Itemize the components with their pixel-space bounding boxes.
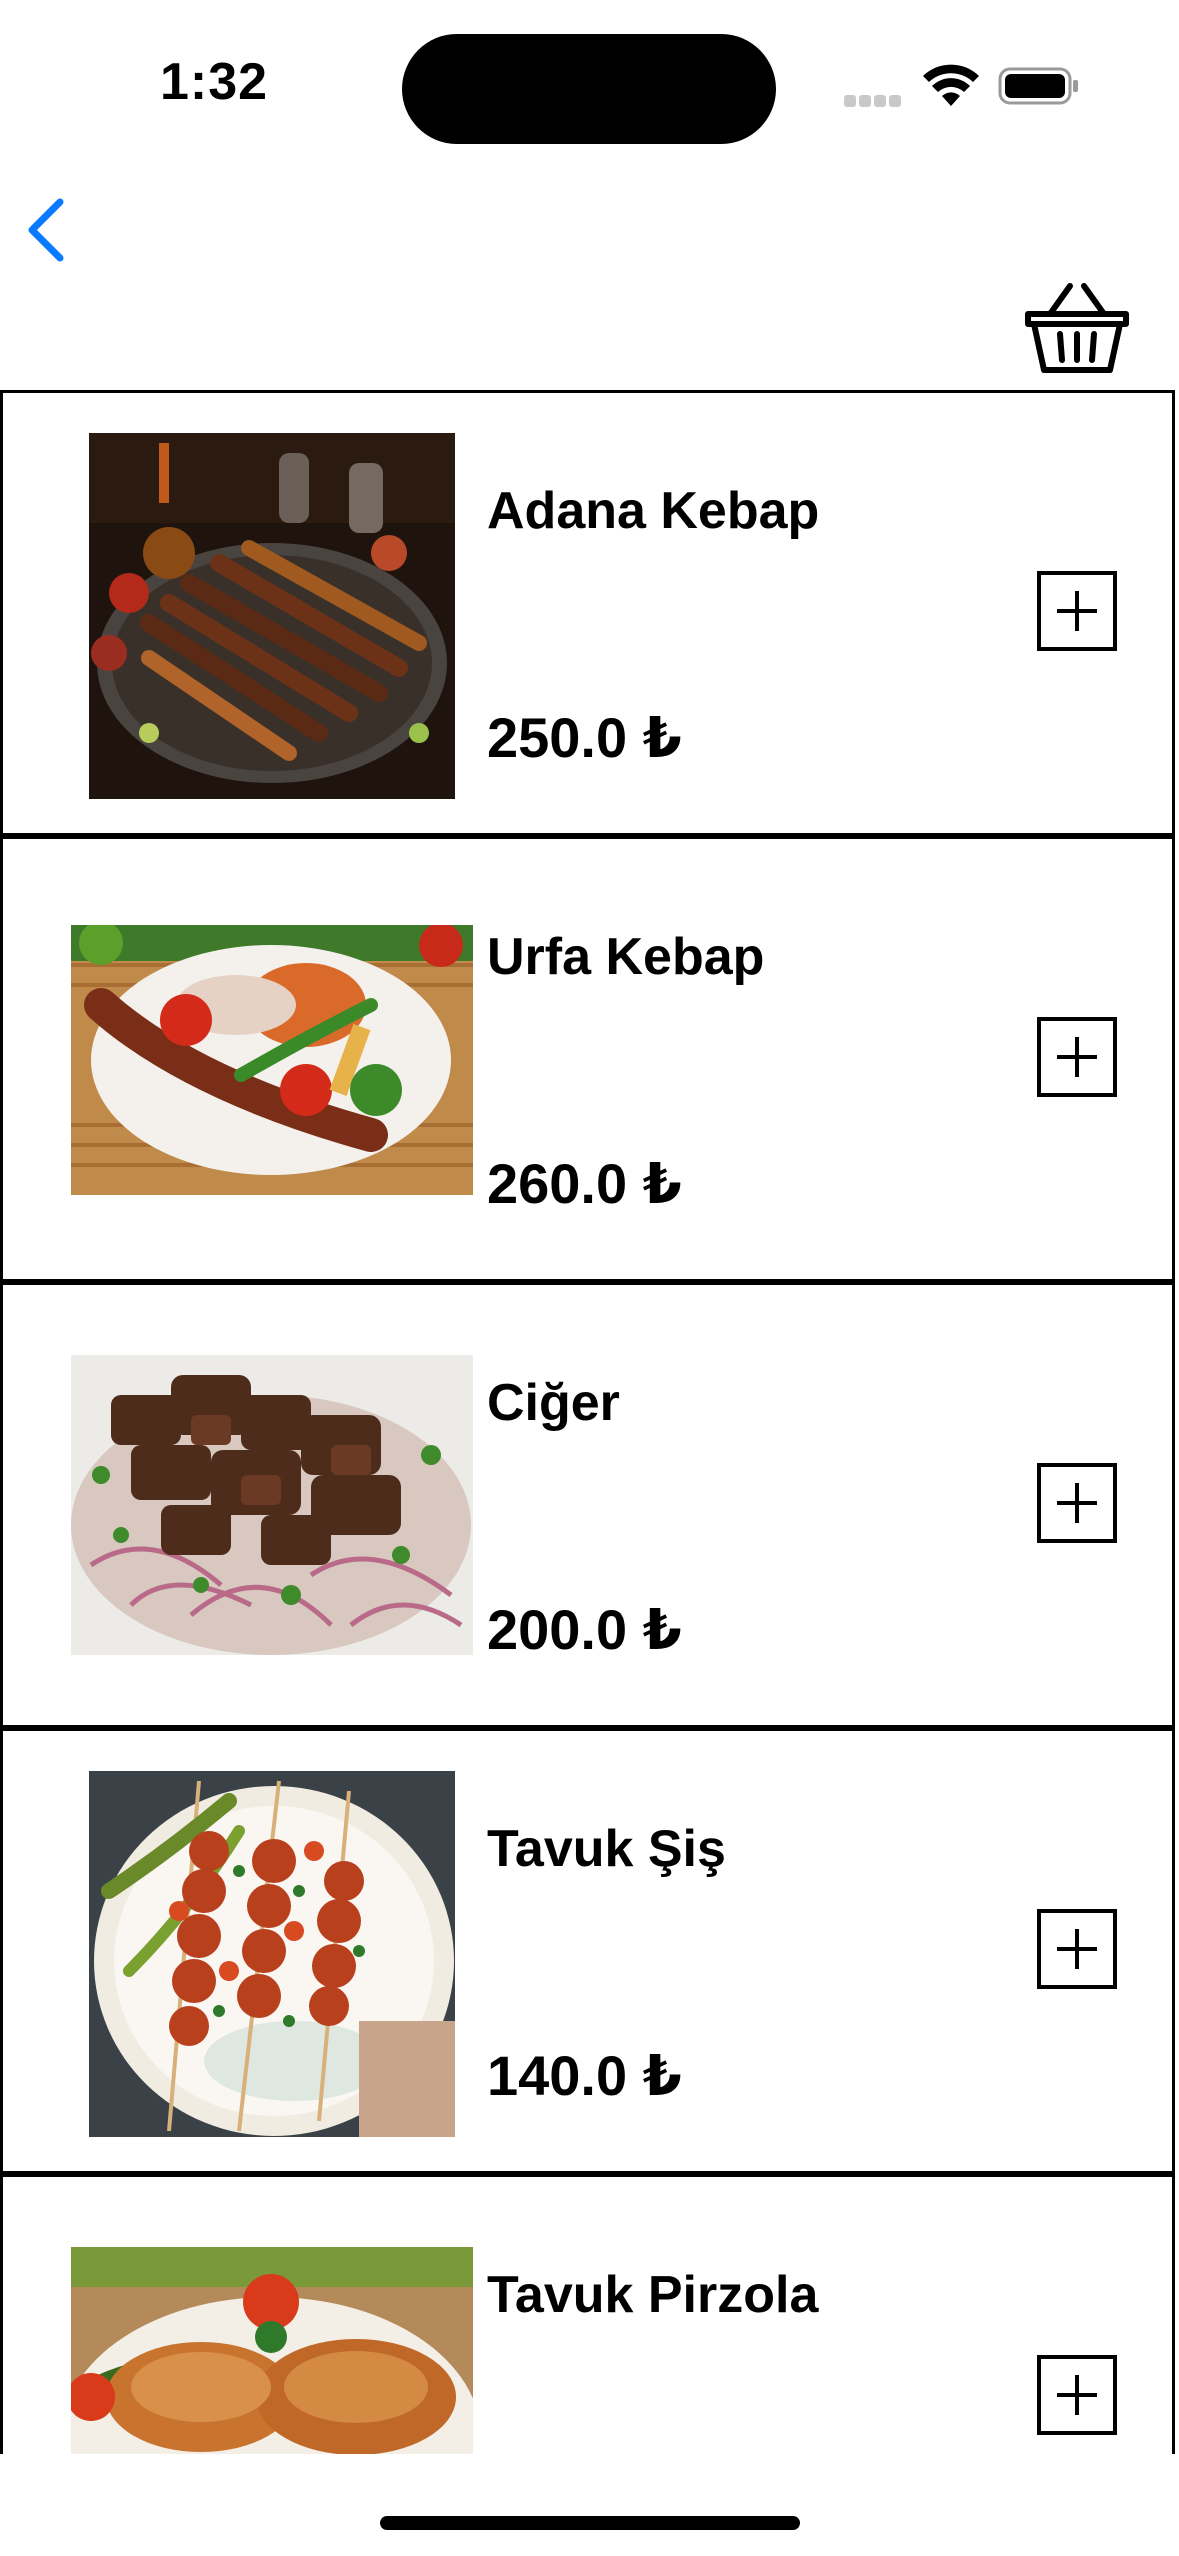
urfa-kebap-photo <box>71 925 473 1195</box>
menu-item-name: Tavuk Pirzola <box>487 2266 819 2324</box>
menu-list[interactable]: Adana Kebap 250.0 ₺ Urfa Kebap 260.0 ₺ C… <box>0 390 1179 2454</box>
status-time: 1:32 <box>160 53 269 111</box>
menu-item-price: 200.0 ₺ <box>487 1598 682 1661</box>
menu-item[interactable]: Urfa Kebap 260.0 ₺ <box>0 836 1175 1282</box>
status-bar: 1:32 <box>0 0 1179 170</box>
dynamic-island <box>402 34 776 144</box>
menu-item-name: Urfa Kebap <box>487 928 765 986</box>
wifi-icon <box>923 64 979 106</box>
screen: 1:32 Adana Kebap 250.0 ₺ Urfa Kebap 260.… <box>0 0 1179 2556</box>
add-to-cart-button[interactable] <box>1037 2355 1117 2435</box>
menu-item-price: 140.0 ₺ <box>487 2044 682 2107</box>
home-indicator[interactable] <box>380 2516 800 2530</box>
back-button[interactable] <box>18 190 88 270</box>
battery-icon <box>998 67 1078 105</box>
tavuk-pirzola-photo <box>71 2247 473 2454</box>
basket-button[interactable] <box>1022 278 1132 378</box>
menu-item-name: Adana Kebap <box>487 482 820 540</box>
add-to-cart-button[interactable] <box>1037 571 1117 651</box>
add-to-cart-button[interactable] <box>1037 1463 1117 1543</box>
chevron-left-icon <box>28 198 64 262</box>
menu-item-price: 260.0 ₺ <box>487 1152 682 1215</box>
menu-item[interactable]: Adana Kebap 250.0 ₺ <box>0 390 1175 836</box>
cellular-signal-icon <box>844 94 904 108</box>
menu-item-name: Ciğer <box>487 1374 620 1432</box>
menu-item-price: 250.0 ₺ <box>487 706 682 769</box>
menu-item-name: Tavuk Şiş <box>487 1820 726 1878</box>
add-to-cart-button[interactable] <box>1037 1909 1117 1989</box>
menu-item[interactable]: Ciğer 200.0 ₺ <box>0 1282 1175 1728</box>
menu-item[interactable]: Tavuk Pirzola <box>0 2174 1175 2454</box>
add-to-cart-button[interactable] <box>1037 1017 1117 1097</box>
tavuk-sis-photo <box>89 1771 455 2137</box>
basket-icon <box>1025 283 1129 373</box>
menu-item[interactable]: Tavuk Şiş 140.0 ₺ <box>0 1728 1175 2174</box>
ciger-photo <box>71 1355 473 1655</box>
adana-kebap-photo <box>89 433 455 799</box>
